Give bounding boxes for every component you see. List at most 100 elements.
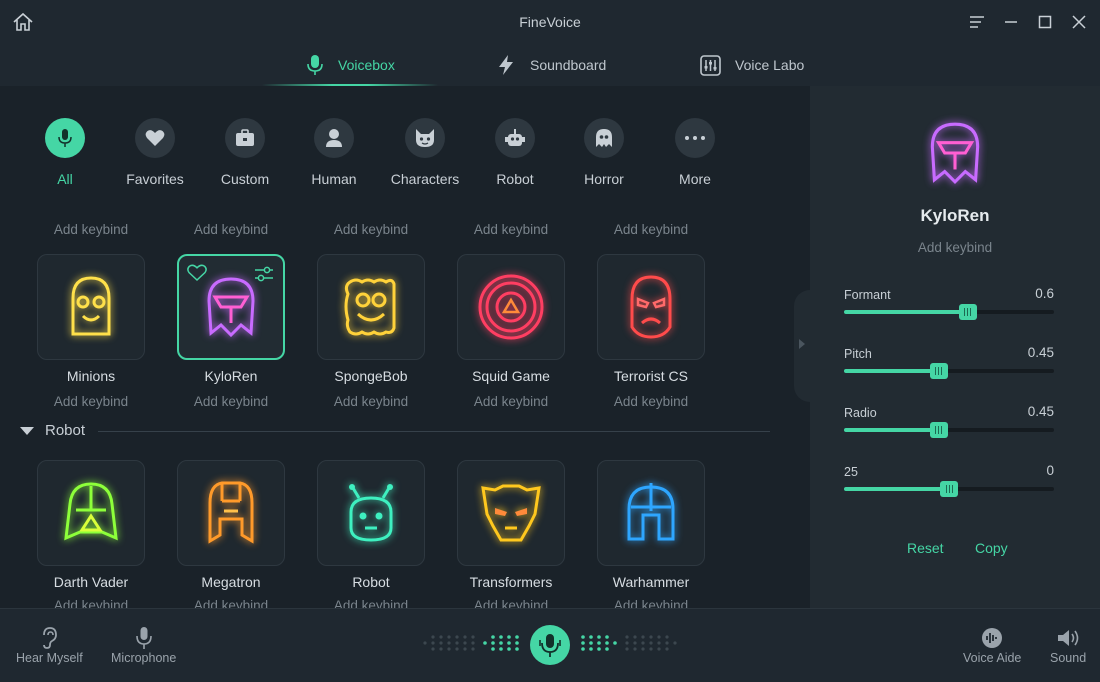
chevron-right-icon[interactable] (798, 338, 806, 350)
voice-level-meter-right (581, 635, 677, 651)
slider-value: 0.6 (1035, 286, 1054, 301)
voice-name: Robot (352, 574, 390, 590)
category-custom[interactable]: Custom (207, 118, 283, 187)
category-more[interactable]: More (657, 118, 733, 187)
voice-card-darth-vader[interactable] (37, 460, 145, 566)
ear-icon (43, 627, 58, 649)
slider-value: 0.45 (1027, 345, 1054, 360)
keybind-link[interactable]: Add keybind (596, 394, 706, 409)
voice-card-warhammer[interactable] (597, 460, 705, 566)
app-title: FineVoice (519, 14, 581, 30)
keybind-link[interactable]: Add keybind (36, 598, 146, 608)
pitch-slider[interactable]: Pitch 0.45 (844, 345, 1054, 387)
category-all[interactable]: All (27, 118, 103, 187)
tab-voice-labo[interactable]: Voice Labo (700, 44, 804, 86)
keybind-link[interactable]: Add keybind (596, 598, 706, 608)
category-human[interactable]: Human (296, 118, 372, 187)
keybind-link[interactable]: Add keybind (810, 240, 1100, 255)
voice-card-minions[interactable] (37, 254, 145, 360)
voice-library: All Favorites Custom Human Characters Ro… (0, 86, 810, 608)
tab-soundboard-label: Soundboard (530, 57, 607, 73)
tab-soundboard[interactable]: Soundboard (496, 44, 606, 86)
microphone-label: Microphone (111, 651, 177, 665)
section-label: Robot (45, 422, 86, 439)
title-bar: FineVoice (0, 0, 1100, 44)
selected-voice-name: KyloRen (920, 206, 990, 225)
tab-voicebox[interactable]: Voicebox (306, 44, 395, 86)
voice-card-spongebob[interactable] (317, 254, 425, 360)
voice-aide-button[interactable]: Voice Aide (963, 625, 1021, 665)
category-robot[interactable]: Robot (477, 118, 553, 187)
voice-card-robot[interactable] (317, 460, 425, 566)
category-label: Characters (390, 171, 460, 187)
keybind-link[interactable]: Add keybind (176, 222, 286, 237)
keybind-link[interactable]: Add keybind (316, 394, 426, 409)
transformers-icon (481, 484, 541, 542)
hear-myself-label: Hear Myself (16, 651, 83, 665)
robot-head-icon (349, 484, 393, 542)
keybind-link[interactable]: Add keybind (316, 598, 426, 608)
reset-button[interactable]: Reset (907, 540, 944, 556)
briefcase-icon (236, 129, 254, 146)
category-characters[interactable]: Characters (387, 118, 463, 187)
close-icon[interactable] (1070, 13, 1088, 31)
sound-button[interactable]: Sound (1050, 625, 1086, 665)
kylo-ren-icon (930, 122, 980, 185)
slider-thumb[interactable] (958, 304, 977, 320)
slider-thumb[interactable] (940, 481, 958, 497)
voice-card-squid-game[interactable] (457, 254, 565, 360)
slider-track[interactable] (844, 481, 1054, 497)
keybind-link[interactable]: Add keybind (456, 394, 566, 409)
voice-changer-toggle-button[interactable] (530, 625, 570, 665)
microphone-button[interactable]: Microphone (111, 625, 176, 665)
voice-name: KyloRen (204, 368, 258, 384)
voice-name: Megatron (201, 574, 261, 590)
keybind-link[interactable]: Add keybind (456, 598, 566, 608)
slider-thumb[interactable] (929, 363, 948, 379)
category-label: All (57, 171, 73, 187)
slider-thumb[interactable] (929, 422, 948, 438)
speaker-icon (1058, 630, 1079, 646)
slider-fill (844, 487, 949, 491)
collapse-triangle-icon (20, 427, 34, 435)
terrorist-mask-icon (630, 275, 672, 339)
voice-card-terrorist-cs[interactable] (597, 254, 705, 360)
maximize-icon[interactable] (1036, 13, 1054, 31)
microphone-wave-icon (539, 634, 561, 657)
copy-button[interactable]: Copy (975, 540, 1008, 556)
effect-25-slider[interactable]: 25 0 (844, 463, 1054, 505)
category-label: Horror (584, 171, 624, 187)
voice-name: Darth Vader (53, 574, 129, 590)
keybind-link[interactable]: Add keybind (596, 222, 706, 237)
squid-game-icon (478, 274, 544, 340)
hear-myself-button[interactable]: Hear Myself (16, 625, 83, 665)
radio-slider[interactable]: Radio 0.45 (844, 404, 1054, 446)
category-horror[interactable]: Horror (566, 118, 642, 187)
slider-track[interactable] (844, 422, 1054, 438)
slider-label: Formant (844, 288, 891, 302)
voice-card-kyloren[interactable] (177, 254, 285, 360)
keybind-link[interactable]: Add keybind (36, 222, 146, 237)
menu-icon[interactable] (968, 13, 986, 31)
keybind-link[interactable]: Add keybind (316, 222, 426, 237)
slider-label: Pitch (844, 347, 872, 361)
minimize-icon[interactable] (1002, 13, 1020, 31)
keybind-link[interactable]: Add keybind (176, 394, 286, 409)
formant-slider[interactable]: Formant 0.6 (844, 286, 1054, 328)
category-label: Human (311, 171, 357, 187)
voice-card-megatron[interactable] (177, 460, 285, 566)
section-header-robot[interactable]: Robot (20, 422, 770, 442)
keybind-link[interactable]: Add keybind (456, 222, 566, 237)
slider-track[interactable] (844, 304, 1054, 320)
voice-name: Transformers (469, 574, 553, 590)
person-icon (326, 129, 342, 147)
keybind-link[interactable]: Add keybind (176, 598, 286, 608)
voice-card-transformers[interactable] (457, 460, 565, 566)
slider-track[interactable] (844, 363, 1054, 379)
category-favorites[interactable]: Favorites (117, 118, 193, 187)
slider-fill (844, 428, 939, 432)
slider-fill (844, 369, 939, 373)
darth-vader-icon (64, 482, 118, 541)
keybind-link[interactable]: Add keybind (36, 394, 146, 409)
voice-aide-label: Voice Aide (963, 651, 1022, 665)
